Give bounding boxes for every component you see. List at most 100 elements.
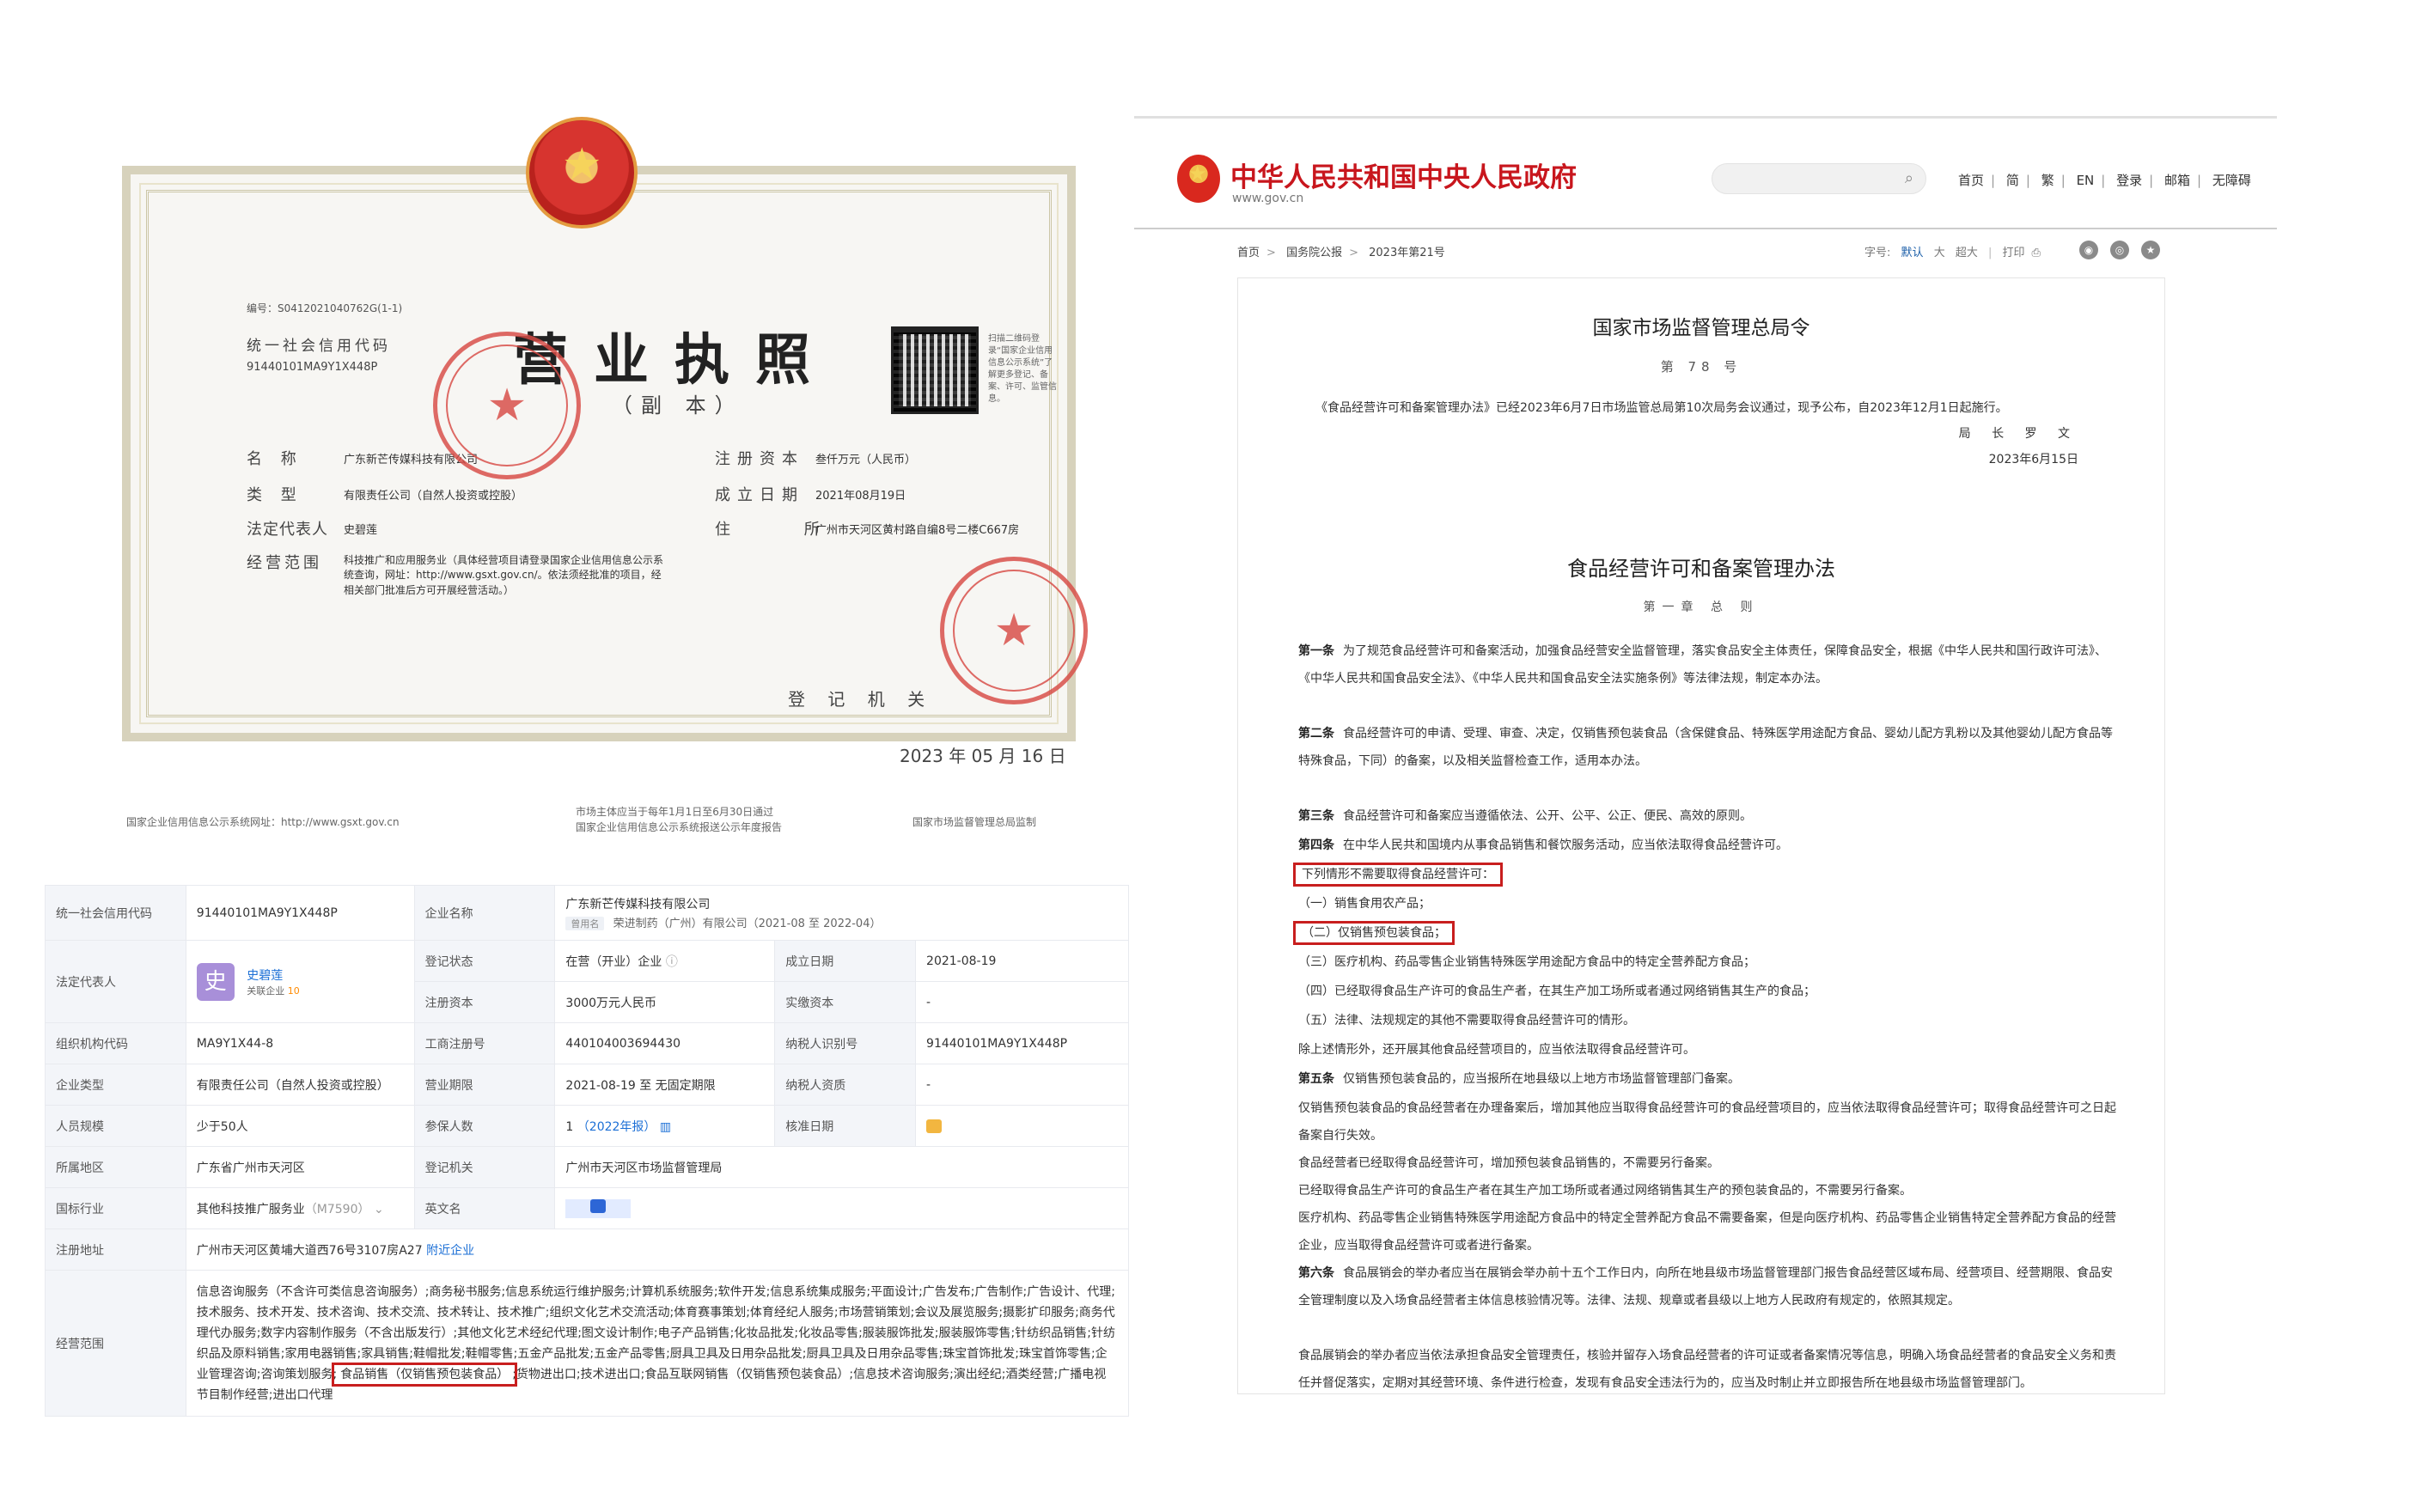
approve-date-label: 核准日期 <box>774 1105 917 1147</box>
article-4-end: 除上述情形外，还开展其他食品经营项目的，应当依法取得食品经营许可。 <box>1298 1043 1695 1057</box>
national-emblem-icon <box>526 117 638 229</box>
license-credit-code: 91440101MA9Y1X448P <box>247 361 378 374</box>
status-label: 登记状态 <box>413 940 556 982</box>
license-address-value: 广州市天河区黄村路自编8号二楼C667房 <box>815 524 1020 537</box>
region-value: 广东省广州市天河区 <box>185 1146 415 1188</box>
nav-home[interactable]: 首页 <box>1958 173 1984 188</box>
avatar[interactable]: 史 <box>196 962 235 1001</box>
license-reg-authority: 登 记 机 关 <box>788 689 934 710</box>
license-type-value: 有限责任公司（自然人投资或控股） <box>344 490 523 503</box>
favorite-icon[interactable]: ★ <box>2141 241 2160 259</box>
license-footer-mid2: 国家企业信用信息公示系统报送公示年度报告 <box>576 821 783 833</box>
nav-mail[interactable]: 邮箱 <box>2164 173 2190 188</box>
paid-capital-value: - <box>915 981 1129 1023</box>
company-info-panel: 统一社会信用代码 91440101MA9Y1X448P 企业名称 广东新芒传媒科… <box>45 885 1130 1422</box>
nav-english[interactable]: EN <box>2077 173 2095 188</box>
article-body: 国家市场监督管理总局令 第 78 号 《食品经营许可和备案管理办法》已经2023… <box>1237 277 2165 1394</box>
nav-login[interactable]: 登录 <box>2116 173 2142 188</box>
share-icons: ◉ ◎ ★ <box>2079 241 2172 259</box>
info-icon[interactable]: ⓘ <box>666 955 678 969</box>
crumb-issue[interactable]: 2023年第21号 <box>1369 247 1445 259</box>
lock-icon[interactable] <box>590 1198 607 1213</box>
license-rep-label: 法定代表人 <box>247 521 328 539</box>
term-value: 2021-08-19 至 无固定期限 <box>554 1064 776 1106</box>
order-title: 国家市场监督管理总局令 <box>1592 317 1810 339</box>
article-5-p4: 已经取得食品生产许可的食品生产者在其生产加工场所或者通过网络销售其生产的预包装食… <box>1298 1184 1912 1198</box>
license-capital-value: 叁仟万元（人民币） <box>815 454 917 466</box>
related-company-count[interactable]: 10 <box>288 985 300 997</box>
font-size-tools: 字号: 默认 大 超大 | 打印 ⎙ <box>1864 247 2041 259</box>
article-6: 第六条 食品展销会的举办者应当在展销会举办前十五个工作日内，向所在地县级市场监督管… <box>1298 1266 2113 1308</box>
credit-code-value[interactable]: 91440101MA9Y1X448P <box>185 885 415 941</box>
article-1: 第一条 为了规范食品经营许可和备案活动，加强食品经营安全监督管理，落实食品安全主体… <box>1298 644 2107 686</box>
authority-label: 登记机关 <box>413 1146 556 1188</box>
capital-value: 3000万元人民币 <box>554 981 776 1023</box>
nearby-companies-link[interactable]: 附近企业 <box>426 1244 474 1258</box>
nav-accessibility[interactable]: 无障碍 <box>2212 173 2251 188</box>
company-name-label: 企业名称 <box>413 885 556 941</box>
company-type-label: 企业类型 <box>45 1064 186 1106</box>
related-company-label[interactable]: 关联企业 <box>247 985 284 997</box>
english-name-locked[interactable] <box>565 1198 632 1218</box>
weibo-icon[interactable]: ◉ <box>2079 241 2098 259</box>
license-footer-left: 国家企业信用信息公示系统网址：http://www.gsxt.gov.cn <box>126 816 400 828</box>
printer-icon[interactable]: ⎙ <box>2032 247 2041 259</box>
company-info-table: 统一社会信用代码 91440101MA9Y1X448P 企业名称 广东新芒传媒科… <box>45 885 1130 1417</box>
order-signer: 局 长 罗 文 <box>1958 427 2078 441</box>
print-button[interactable]: 打印 <box>2003 247 2025 259</box>
order-sign-date: 2023年6月15日 <box>1988 453 2078 466</box>
license-date-value: 2021年08月19日 <box>815 490 906 503</box>
nav-traditional[interactable]: 繁 <box>2041 173 2054 188</box>
article-5-p5: 医疗机构、药品零售企业销售特殊医学用途配方食品中的特定全营养配方食品不需要备案，… <box>1298 1211 2116 1253</box>
search-icon[interactable]: ⌕ <box>1905 169 1913 187</box>
wechat-icon[interactable]: ◎ <box>2110 241 2129 259</box>
taxpayer-label: 纳税人资质 <box>774 1064 917 1106</box>
chapter-heading: 第一章 总 则 <box>1643 601 1760 614</box>
insured-year-link[interactable]: （2022年报） <box>577 1120 656 1134</box>
article-3: 第三条 食品经营许可和备案应当遵循依法、公开、公平、公正、便民、高效的原则。 <box>1298 809 1752 823</box>
business-scope-value: 信息咨询服务（不含许可类信息咨询服务）;商务秘书服务;信息系统运行维护服务;计算… <box>185 1270 1130 1417</box>
authority-value: 广州市天河区市场监督管理局 <box>554 1146 1129 1188</box>
font-default[interactable]: 默认 <box>1901 247 1924 259</box>
found-date-value: 2021-08-19 <box>915 940 1129 982</box>
authority-seal-icon: ★ <box>940 557 1088 704</box>
article-5-p2: 仅销售预包装食品的食品经营者在办理备案后，增加其他应当取得食品经营许可的食品经营… <box>1298 1101 2116 1143</box>
tax-id-value: 91440101MA9Y1X448P <box>915 1022 1129 1064</box>
business-license-scan: 编号：S0412021040762G(1-1) 统一社会信用代码 9144010… <box>62 76 1110 833</box>
qr-note: 扫描二维码登录“国家企业信用信息公示系统”了解更多登记、备案、许可、监管信息。 <box>988 334 1057 404</box>
license-capital-label: 注册资本 <box>715 450 804 468</box>
chevron-down-icon[interactable]: ⌄ <box>374 1203 384 1216</box>
lock-icon[interactable] <box>926 1119 943 1133</box>
company-seal-icon: ★ <box>433 332 581 479</box>
staff-size-value: 少于50人 <box>185 1105 415 1147</box>
article-5: 第五条 仅销售预包装食品的，应当报所在地县级以上地方市场监督管理部门备案。 <box>1298 1072 1740 1086</box>
gov-site-name[interactable]: 中华人民共和国中央人民政府 <box>1230 155 1577 194</box>
status-value: 在营（开业）企业 <box>565 954 662 969</box>
business-scope-label: 经营范围 <box>45 1270 186 1417</box>
font-size-label: 字号: <box>1864 247 1891 259</box>
paid-capital-label: 实缴资本 <box>774 981 917 1023</box>
region-label: 所属地区 <box>45 1146 186 1188</box>
article-6-p2: 食品展销会的举办者应当依法承担食品安全管理责任，核验并留存入场食品经营者的许可证… <box>1298 1349 2116 1390</box>
industry-value: 其他科技推广服务业 <box>196 1202 305 1216</box>
nav-simplified[interactable]: 简 <box>2006 173 2019 188</box>
font-xlarge[interactable]: 超大 <box>1956 247 1978 259</box>
article-4-highlight: 下列情形不需要取得食品经营许可： <box>1293 861 2123 888</box>
article-4-item-5: （五）法律、法规规定的其他不需要取得食品经营许可的情形。 <box>1298 1014 1635 1027</box>
article-5-p3: 食品经营者已经取得食品经营许可，增加预包装食品销售的，不需要另行备案。 <box>1298 1156 1719 1170</box>
gov-search-input[interactable]: ⌕ <box>1712 163 1926 194</box>
company-name-value[interactable]: 广东新芒传媒科技有限公司 <box>565 895 1118 912</box>
legal-rep-name[interactable]: 史碧莲 <box>247 969 283 983</box>
crumb-gazette[interactable]: 国务院公报 <box>1286 247 1342 259</box>
address-label: 注册地址 <box>45 1228 186 1271</box>
capital-label: 注册资本 <box>413 981 556 1023</box>
order-preamble: 《食品经营许可和备案管理办法》已经2023年6月7日市场监管总局第10次局务会议… <box>1315 401 2008 415</box>
chart-icon[interactable]: ▥ <box>660 1120 671 1134</box>
former-name-period: （2021-08 至 2022-04） <box>747 918 882 930</box>
crumb-home[interactable]: 首页 <box>1237 247 1260 259</box>
license-scope-value: 科技推广和应用服务业（具体经营项目请登录国家企业信用信息公示系统查询，网址：ht… <box>344 554 664 596</box>
font-large[interactable]: 大 <box>1934 247 1945 259</box>
gov-emblem-icon[interactable] <box>1177 155 1220 203</box>
company-type-value: 有限责任公司（自然人投资或控股） <box>185 1064 415 1106</box>
found-date-label: 成立日期 <box>774 940 917 982</box>
